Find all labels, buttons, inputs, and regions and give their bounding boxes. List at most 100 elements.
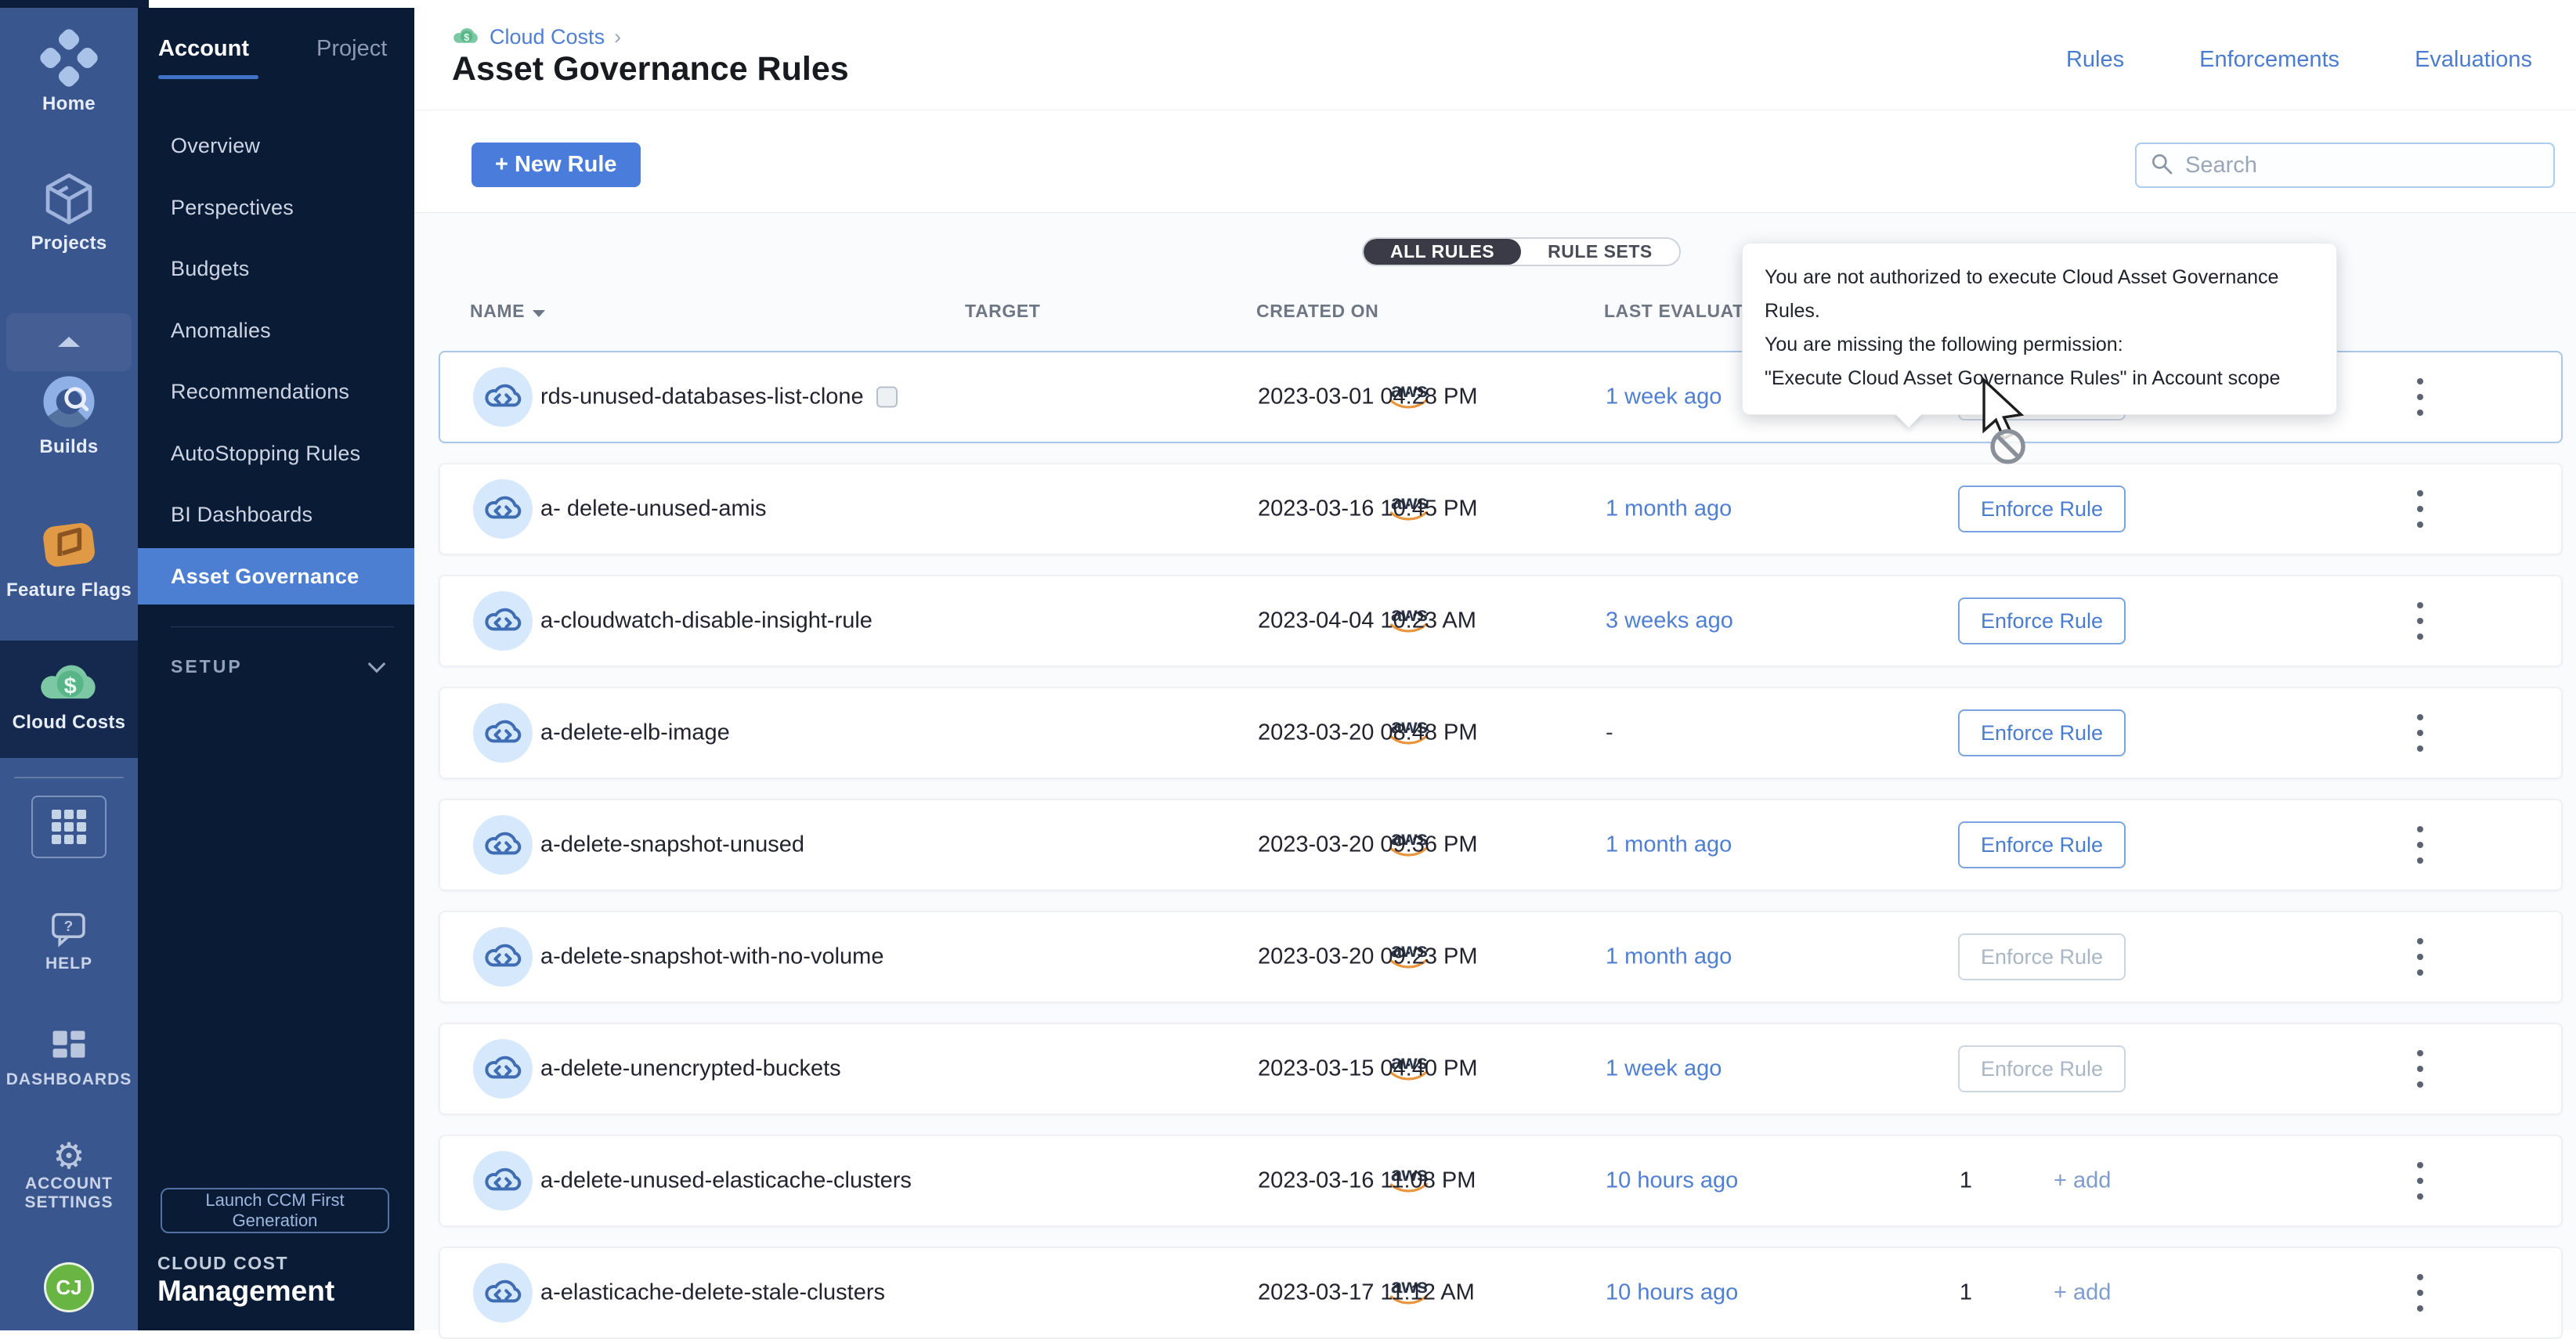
tab-account[interactable]: Account [158, 36, 249, 62]
module-picker-button[interactable] [31, 796, 107, 858]
kebab-menu-icon[interactable] [2404, 489, 2436, 529]
kebab-menu-icon[interactable] [2404, 713, 2436, 753]
page-title: Asset Governance Rules [452, 50, 849, 88]
nav-builds[interactable]: Builds [0, 371, 138, 458]
table-row[interactable]: a- delete-unused-amis aws 2023-03-16 10:… [439, 463, 2563, 555]
rule-name: a-delete-snapshot-unused [540, 832, 804, 858]
checkbox-icon[interactable] [876, 387, 898, 408]
last-evaluation-link[interactable]: 1 month ago [1606, 944, 1732, 970]
tab-rule-sets[interactable]: RULE SETS [1521, 239, 1679, 265]
table-row[interactable]: a-elasticache-delete-stale-clusters aws … [439, 1247, 2563, 1339]
table-row[interactable]: a-cloudwatch-disable-insight-rule aws 20… [439, 575, 2563, 667]
nav-help-label: HELP [0, 955, 138, 973]
last-evaluation-link[interactable]: 10 hours ago [1606, 1280, 1738, 1306]
rule-icon [473, 1263, 533, 1323]
created-on-value: 2023-03-16 11:08 PM [1258, 1168, 1476, 1194]
last-evaluation-link: - [1606, 720, 1613, 746]
sidebar-item-anomalies[interactable]: Anomalies [138, 302, 414, 359]
search-input[interactable] [2185, 153, 2541, 179]
nav-account-settings[interactable]: ⚙ ACCOUNT SETTINGS [0, 1137, 138, 1212]
nav-dashboards[interactable]: DASHBOARDS [0, 1027, 138, 1089]
enforce-rule-button: Enforce Rule [1958, 933, 2126, 980]
table-row[interactable]: a-delete-snapshot-with-no-volume aws 202… [439, 911, 2563, 1003]
tab-project[interactable]: Project [316, 36, 387, 62]
nav-account-settings-label: ACCOUNT SETTINGS [0, 1175, 138, 1212]
rules-view-toggle: ALL RULES RULE SETS [1362, 237, 1681, 266]
new-rule-button[interactable]: + New Rule [471, 143, 641, 187]
last-evaluation-link[interactable]: 3 weeks ago [1606, 608, 1733, 634]
nav-home[interactable]: Home [0, 27, 138, 115]
kebab-menu-icon[interactable] [2404, 937, 2436, 977]
cube-icon [39, 169, 99, 233]
kebab-menu-icon[interactable] [2404, 377, 2436, 417]
nav-cloud-costs[interactable]: $ Cloud Costs [0, 641, 138, 758]
table-row[interactable]: a-delete-snapshot-unused aws 2023-03-20 … [439, 799, 2563, 891]
last-evaluation-link[interactable]: 1 month ago [1606, 496, 1732, 522]
last-evaluation-link[interactable]: 10 hours ago [1606, 1168, 1738, 1194]
created-on-value: 2023-03-01 04:28 PM [1258, 384, 1478, 410]
avatar[interactable]: CJ [44, 1262, 94, 1312]
svg-text:?: ? [64, 919, 74, 935]
sort-desc-icon [533, 310, 545, 317]
col-header-target: TARGET [965, 301, 1040, 322]
tooltip-line-2: You are missing the following permission… [1765, 328, 2314, 362]
created-on-value: 2023-03-20 08:48 PM [1258, 720, 1478, 746]
cloud-costs-icon: $ [37, 655, 101, 712]
col-header-name[interactable]: NAME [470, 301, 545, 322]
sidebar-item-bi-dashboards[interactable]: BI Dashboards [138, 486, 414, 543]
rail-collapse-section[interactable] [6, 313, 132, 371]
nav-cloud-costs-label: Cloud Costs [0, 712, 138, 734]
launch-ccm-first-gen-button[interactable]: Launch CCM First Generation [161, 1188, 389, 1233]
mouse-cursor-not-allowed-icon [1974, 377, 2047, 469]
nav-help[interactable]: ? HELP [0, 910, 138, 973]
nav-projects-label: Projects [0, 233, 138, 254]
nav-projects[interactable]: Projects [0, 169, 138, 254]
video-artifact-strip [0, 0, 2576, 8]
search-box[interactable] [2135, 143, 2555, 188]
enforce-rule-button[interactable]: Enforce Rule [1958, 597, 2126, 644]
last-evaluation-link[interactable]: 1 week ago [1606, 1056, 1722, 1082]
enforce-rule-button[interactable]: Enforce Rule [1958, 821, 2126, 868]
kebab-menu-icon[interactable] [2404, 1160, 2436, 1201]
setup-label: SETUP [171, 656, 243, 677]
kebab-menu-icon[interactable] [2404, 825, 2436, 865]
sidebar-item-autostopping-rules[interactable]: AutoStopping Rules [138, 425, 414, 482]
enforce-rule-button[interactable]: Enforce Rule [1958, 485, 2126, 532]
kebab-menu-icon[interactable] [2404, 1048, 2436, 1089]
dashboards-icon [49, 1027, 89, 1070]
product-name-label: Management [157, 1275, 334, 1308]
svg-text:$: $ [464, 31, 469, 43]
rule-name: a-delete-unencrypted-buckets [540, 1056, 841, 1082]
add-enforcement-link[interactable]: + add [2054, 1280, 2111, 1306]
enforcement-count: 1 [1949, 1168, 1983, 1194]
created-on-value: 2023-03-20 09:36 PM [1258, 832, 1478, 858]
sidebar-item-budgets[interactable]: Budgets [138, 240, 414, 297]
nav-feature-flags[interactable]: Feature Flags [0, 513, 138, 601]
breadcrumb-link[interactable]: Cloud Costs [490, 25, 605, 49]
link-enforcements[interactable]: Enforcements [2199, 47, 2339, 73]
sidebar-item-asset-governance[interactable]: Asset Governance [138, 548, 414, 605]
sidebar-item-recommendations[interactable]: Recommendations [138, 363, 414, 420]
enforce-rule-button[interactable]: Enforce Rule [1958, 709, 2126, 756]
link-rules[interactable]: Rules [2066, 47, 2124, 73]
last-evaluation-link[interactable]: 1 month ago [1606, 832, 1732, 858]
sidebar-item-perspectives[interactable]: Perspectives [138, 179, 414, 236]
kebab-menu-icon[interactable] [2404, 601, 2436, 641]
table-row[interactable]: a-delete-elb-image aws 2023-03-20 08:48 … [439, 687, 2563, 779]
main-content: $ Cloud Costs › Asset Governance Rules R… [414, 0, 2576, 1330]
sidebar-setup[interactable]: SETUP [171, 656, 383, 677]
table-row[interactable]: a-delete-unused-elasticache-clusters aws… [439, 1135, 2563, 1227]
add-enforcement-link[interactable]: + add [2054, 1168, 2111, 1194]
created-on-value: 2023-04-04 10:23 AM [1258, 608, 1476, 634]
table-row[interactable]: a-delete-unencrypted-buckets aws 2023-03… [439, 1023, 2563, 1115]
rule-name: a-elasticache-delete-stale-clusters [540, 1280, 885, 1306]
last-evaluation-link[interactable]: 1 week ago [1606, 384, 1722, 410]
rule-icon [473, 815, 533, 875]
sidebar-item-overview[interactable]: Overview [138, 117, 414, 174]
nav-rail: Home Projects Builds Feature Flags [0, 0, 138, 1330]
link-evaluations[interactable]: Evaluations [2415, 47, 2532, 73]
tab-all-rules[interactable]: ALL RULES [1364, 239, 1521, 265]
breadcrumb[interactable]: $ Cloud Costs › [452, 23, 621, 51]
search-icon [2149, 151, 2174, 180]
kebab-menu-icon[interactable] [2404, 1272, 2436, 1313]
